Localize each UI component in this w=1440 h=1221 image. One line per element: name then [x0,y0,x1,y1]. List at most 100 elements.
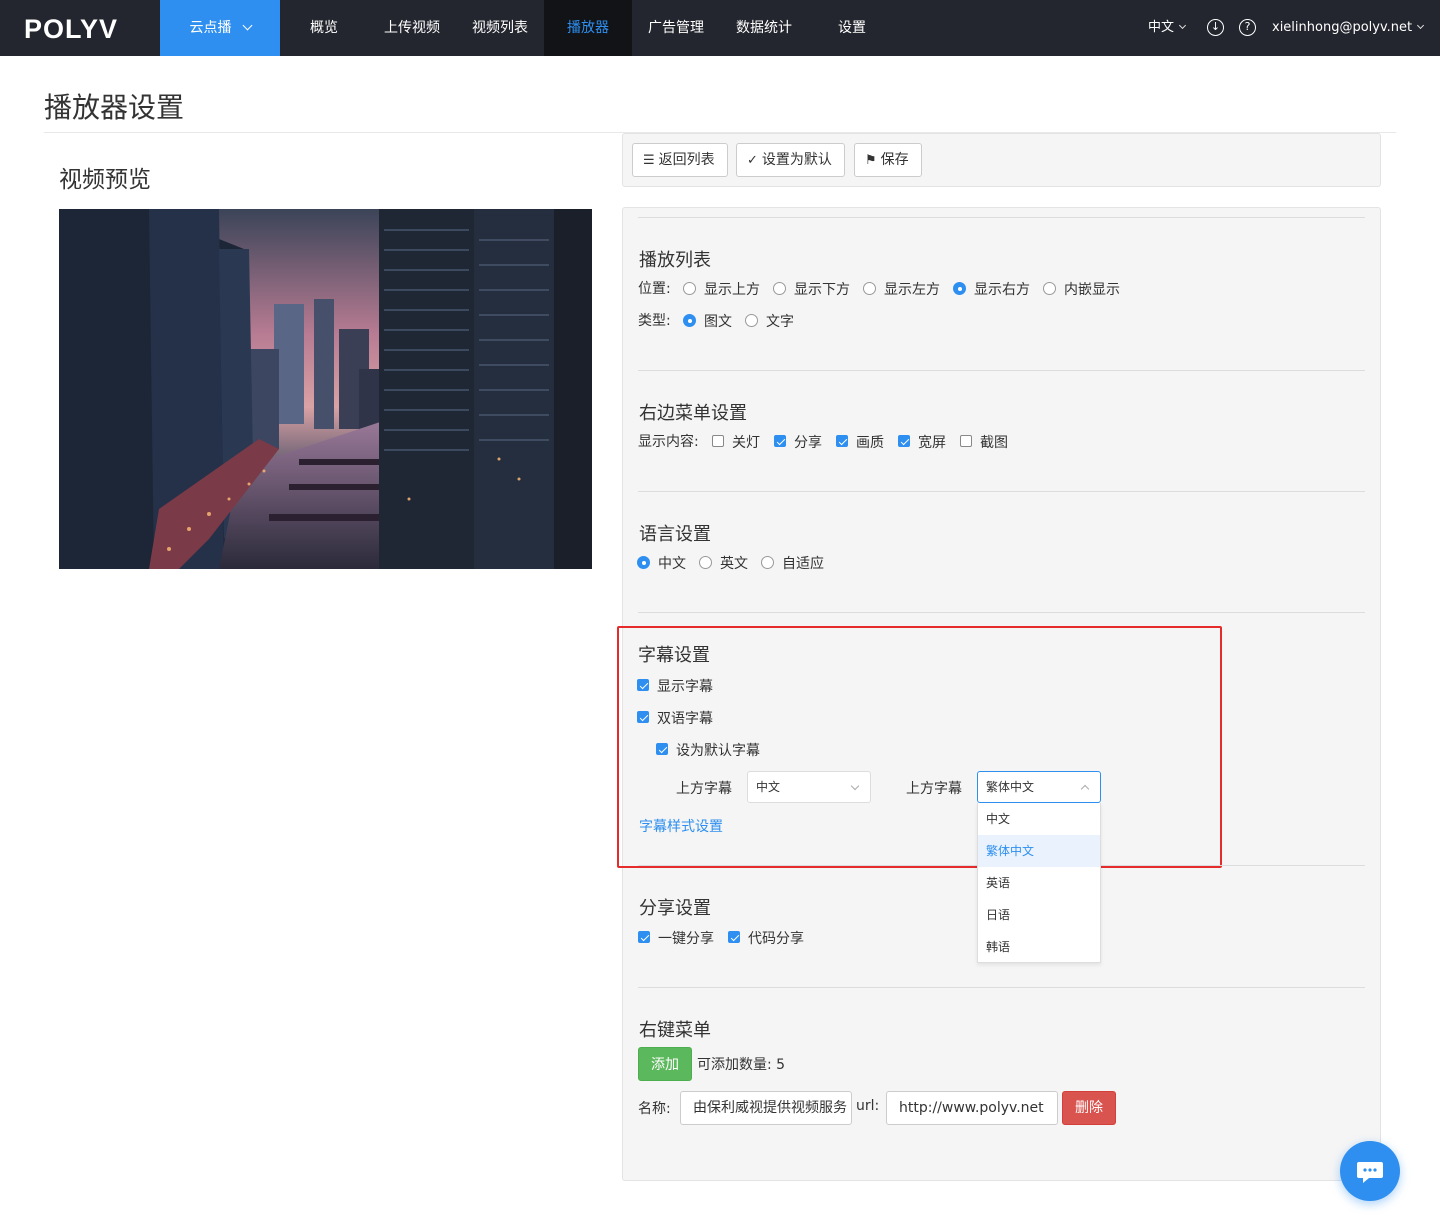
code-share-label: 代码分享 [748,931,804,947]
position-right-label: 显示右方 [974,282,1030,298]
bilingual-subtitle-label: 双语字幕 [657,711,713,727]
radio-lang-english[interactable] [699,556,712,569]
chevron-down-icon [1178,21,1187,30]
widescreen-label: 宽屏 [918,435,946,451]
upper-subtitle-label-1: 上方字幕 [676,781,732,797]
upper-subtitle-select-1[interactable]: 中文 [747,771,871,803]
checkbox-screenshot[interactable] [960,435,972,447]
position-left-label: 显示左方 [884,282,940,298]
add-button[interactable]: 添加 [638,1047,692,1081]
checkbox-show-subtitle[interactable] [637,679,649,691]
position-embedded-label: 内嵌显示 [1064,282,1120,298]
divider [638,217,1365,218]
subtitle-style-link[interactable]: 字幕样式设置 [639,816,723,836]
chevron-down-icon [242,20,252,31]
select-value: 中文 [756,780,781,794]
radio-position-right[interactable] [953,282,966,295]
dropdown-option-selected[interactable]: 繁体中文 [978,835,1100,867]
context-menu-section-title: 右键菜单 [639,1020,711,1041]
type-text-label: 文字 [766,314,794,330]
chat-button[interactable] [1340,1141,1400,1201]
radio-position-left[interactable] [863,282,876,295]
checkbox-bilingual-subtitle[interactable] [637,711,649,723]
delete-button[interactable]: 删除 [1062,1091,1116,1125]
checkbox-default-subtitle[interactable] [656,743,668,755]
chat-icon [1357,1162,1383,1183]
dropdown-option[interactable]: 英语 [978,867,1100,899]
checkbox-share[interactable] [774,435,786,447]
divider [638,491,1365,492]
nav-product-dropdown[interactable]: 云点播 [160,0,280,56]
language-switcher[interactable]: 中文 [1148,0,1187,56]
remaining-label: 可添加数量: [697,1057,772,1073]
flag-icon: ⚑ [865,153,877,168]
radio-type-image-text[interactable] [683,314,696,327]
right-menu-section-title: 右边菜单设置 [639,403,747,424]
dropdown-option[interactable]: 日语 [978,899,1100,931]
chevron-down-icon [1417,21,1425,30]
menu-name-input[interactable]: 由保利威视提供视频服务 [680,1091,852,1125]
checkbox-widescreen[interactable] [898,435,910,447]
polyv-logo[interactable]: POLYV [24,14,136,42]
divider [638,987,1365,988]
action-toolbar: ☰ 返回列表 ✓ 设置为默认 ⚑ 保存 [622,133,1381,187]
screenshot-label: 截图 [980,435,1008,451]
language-label: 中文 [1148,20,1175,35]
checkbox-code-share[interactable] [728,931,740,943]
radio-position-bottom[interactable] [773,282,786,295]
set-default-label: 设置为默认 [761,152,832,168]
check-circle-icon: ✓ [747,153,758,168]
dropdown-option[interactable]: 中文 [978,803,1100,835]
playlist-type-label: 类型: [638,313,671,329]
playlist-section-title: 播放列表 [639,250,711,271]
subtitle-language-dropdown: 中文 繁体中文 英语 日语 韩语 [977,803,1101,963]
lang-chinese-label: 中文 [658,556,686,572]
checkbox-quality[interactable] [836,435,848,447]
svg-text:POLYV: POLYV [24,14,118,42]
right-menu-content-label: 显示内容: [638,434,699,450]
menu-url-input[interactable]: http://www.polyv.net [886,1091,1058,1125]
lights-off-label: 关灯 [732,435,760,451]
user-menu[interactable]: xielinhong@polyv.net [1272,0,1425,56]
back-to-list-button[interactable]: ☰ 返回列表 [632,143,728,177]
nav-item-upload[interactable]: 上传视频 [372,0,452,56]
nav-item-overview[interactable]: 概览 [296,0,352,56]
nav-item-settings[interactable]: 设置 [824,0,880,56]
checkbox-lights-off[interactable] [712,435,724,447]
video-preview-image[interactable] [59,209,592,569]
list-icon: ☰ [643,153,655,168]
save-button[interactable]: ⚑ 保存 [854,143,922,177]
radio-position-top[interactable] [683,282,696,295]
nav-item-player[interactable]: 播放器 [544,0,632,56]
nav-item-video-list[interactable]: 视频列表 [460,0,540,56]
share-label: 分享 [794,435,822,451]
radio-type-text[interactable] [745,314,758,327]
show-subtitle-label: 显示字幕 [657,679,713,695]
chevron-up-icon [1080,784,1090,794]
menu-url-label: url: [856,1098,880,1114]
nav-item-stats[interactable]: 数据统计 [724,0,804,56]
download-icon[interactable]: ↓ [1207,19,1224,36]
dropdown-option[interactable]: 韩语 [978,931,1100,963]
radio-lang-chinese[interactable] [637,556,650,569]
chevron-down-icon [850,781,860,791]
nav-item-ads[interactable]: 广告管理 [636,0,716,56]
back-to-list-label: 返回列表 [658,152,715,168]
language-section-title: 语言设置 [639,524,711,545]
upper-subtitle-select-2[interactable]: 繁体中文 [977,771,1101,803]
radio-lang-auto[interactable] [761,556,774,569]
set-default-button[interactable]: ✓ 设置为默认 [736,143,845,177]
radio-position-embedded[interactable] [1043,282,1056,295]
position-bottom-label: 显示下方 [794,282,850,298]
playlist-position-label: 位置: [638,281,671,297]
remaining-count: 可添加数量: 5 [697,1054,785,1074]
one-click-share-label: 一键分享 [658,931,714,947]
lang-auto-label: 自适应 [782,556,824,572]
nav-product-label: 云点播 [189,20,232,36]
settings-panel [622,207,1381,1181]
top-navbar: POLYV 云点播 概览 上传视频 视频列表 播放器 广告管理 数据统计 设置 … [0,0,1440,56]
default-subtitle-label: 设为默认字幕 [676,743,760,759]
divider [638,370,1365,371]
help-icon[interactable]: ? [1239,19,1256,36]
checkbox-one-click-share[interactable] [638,931,650,943]
